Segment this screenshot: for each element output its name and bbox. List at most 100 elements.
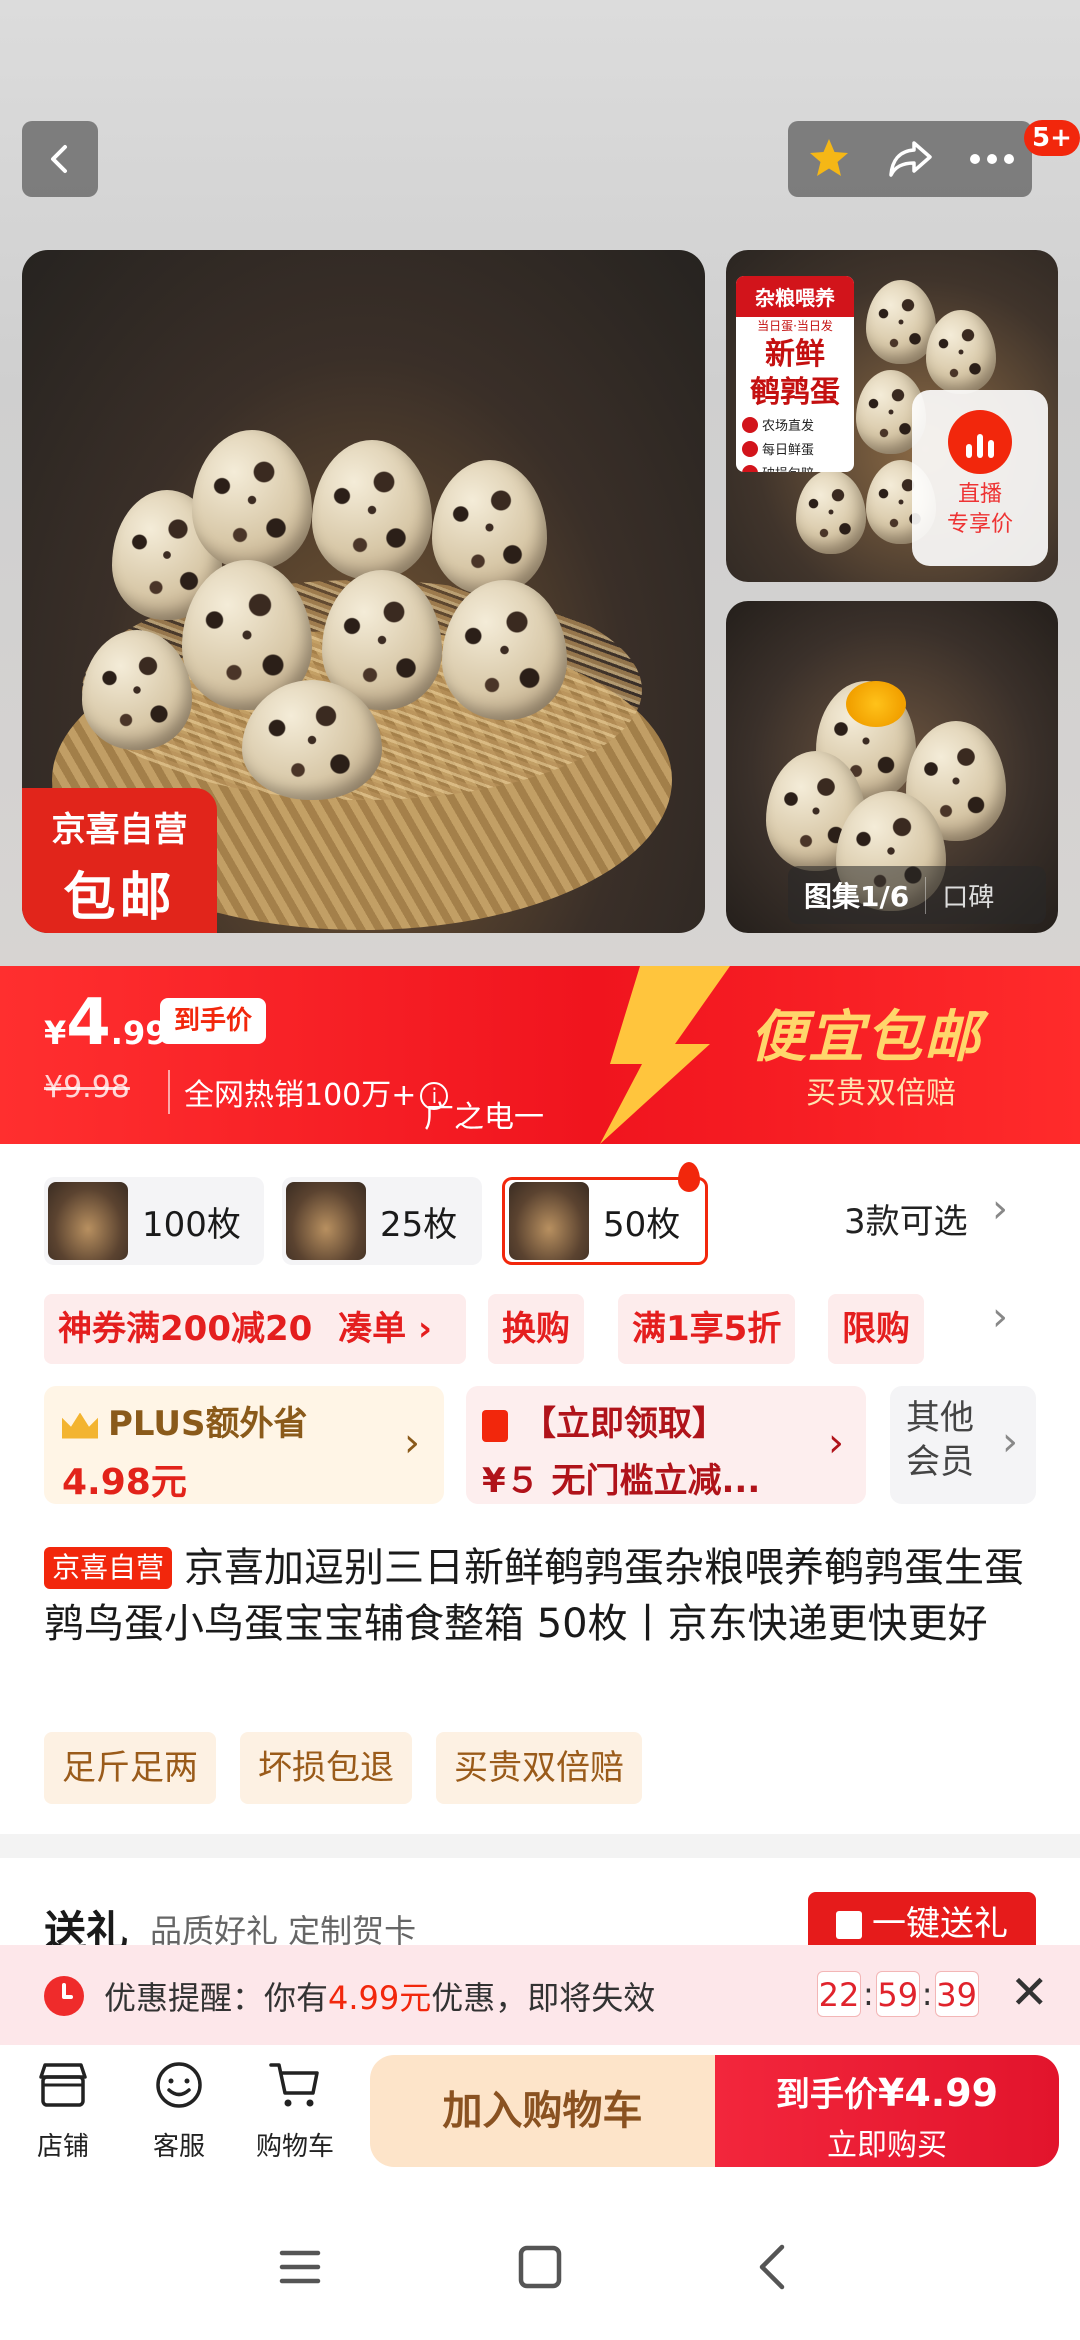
spec-option[interactable]: 100枚: [44, 1177, 264, 1265]
egg-graphic: [312, 440, 432, 580]
jingxi-free-shipping-badge: 京喜自营 包邮: [22, 788, 217, 933]
check-icon: [742, 416, 758, 433]
more-specs-link[interactable]: 3款可选: [844, 1194, 968, 1243]
coupon-tag[interactable]: 限购: [828, 1294, 924, 1364]
chevron-right-icon[interactable]: ›: [992, 1294, 1008, 1340]
favorite-star-icon[interactable]: [805, 135, 853, 183]
buy-price: ¥4.99: [877, 2071, 999, 2115]
system-navigation-bar: [0, 2185, 1080, 2340]
cart-button[interactable]: 购物车: [240, 2059, 350, 2163]
egg-graphic: [432, 460, 547, 595]
buy-now-button[interactable]: 到手价¥4.99 立即购买: [715, 2055, 1059, 2167]
buy-price-label: 到手价: [775, 2075, 878, 2115]
product-title-text: 京喜加逗别三日新鲜鹌鹑蛋杂粮喂养鹌鹑蛋生蛋鹑鸟蛋小鸟蛋宝宝辅食整箱 50枚丨京东…: [44, 1545, 1025, 1647]
home-icon[interactable]: [510, 2237, 570, 2297]
spec-option[interactable]: 25枚: [282, 1177, 482, 1265]
egg-graphic: [796, 470, 866, 554]
chevron-right-icon: ›: [828, 1420, 844, 1466]
coupon-claim-value: ¥５ 无门槛立减...: [482, 1461, 761, 1501]
thumbnail-image-1[interactable]: 杂粮喂养 当日蛋·当日发 新鲜 鹌鹑蛋 农场直发 每日鲜蛋 破损包赔 直播 专享…: [726, 250, 1058, 582]
coupon-text: 神券满200减20: [58, 1309, 313, 1349]
clock-icon: [44, 1976, 84, 2016]
add-to-cart-button[interactable]: 加入购物车: [370, 2055, 715, 2167]
spec-thumb: [286, 1182, 366, 1260]
live-price-button[interactable]: 直播 专享价: [912, 390, 1048, 566]
spec-thumb: [509, 1182, 589, 1260]
thumbnail-image-2[interactable]: 图集1/6 口碑: [726, 601, 1058, 933]
promo-card: 杂粮喂养 当日蛋·当日发 新鲜 鹌鹑蛋 农场直发 每日鲜蛋 破损包赔: [736, 276, 854, 472]
live-label2: 专享价: [946, 512, 1013, 537]
coupon-combine-link[interactable]: 凑单 ›: [338, 1309, 432, 1349]
coupon-tag[interactable]: 换购: [488, 1294, 584, 1364]
plus-title: PLUS额外省: [108, 1404, 308, 1444]
hot-sales[interactable]: 全网热销100万+ i: [168, 1070, 449, 1114]
promo-big1: 新鲜: [765, 337, 825, 372]
coupon-tag[interactable]: 满1享5折: [618, 1294, 796, 1364]
store-button[interactable]: 店铺: [8, 2059, 118, 2163]
ad-watermark: 广之电一: [424, 1100, 544, 1135]
store-icon: [39, 2063, 87, 2107]
countdown-minutes: 59: [875, 1971, 920, 2017]
share-icon[interactable]: [886, 137, 936, 181]
promo-sub: 当日蛋·当日发: [757, 319, 833, 333]
menu-icon[interactable]: [270, 2237, 330, 2297]
hot-sales-text: 全网热销100万+: [184, 1078, 417, 1113]
check-icon: [742, 464, 758, 472]
price-currency: ¥: [44, 1014, 67, 1052]
discount-reminder-bar[interactable]: 优惠提醒：你有4.99元优惠，即将失效 22: 59: 39 ✕: [0, 1945, 1080, 2045]
promo-check: 破损包赔: [742, 463, 848, 472]
main-product-image[interactable]: 京喜自营 包邮: [22, 250, 705, 933]
gift-section: 送礼 品质好礼 定制贺卡 一键送礼: [0, 1858, 1080, 1956]
feature-tag: 买贵双倍赔: [436, 1732, 642, 1804]
bottom-action-bar: 店铺 客服 购物车 加入购物车 到手价¥4.99 立即购买: [0, 2045, 1080, 2185]
coupon-tag[interactable]: 神券满200减20 凑单 ›: [44, 1294, 466, 1364]
chevron-right-icon: ›: [1002, 1419, 1018, 1465]
buy-now-label: 立即购买: [827, 2128, 947, 2163]
egg-graphic: [192, 430, 312, 570]
reminder-text: 优惠提醒：你有4.99元优惠，即将失效: [104, 1973, 655, 2019]
egg-graphic: [926, 310, 996, 394]
gift-icon: [836, 1911, 862, 1939]
feature-tag: 坏损包退: [240, 1732, 412, 1804]
store-label: 店铺: [36, 2132, 89, 2162]
section-divider: [0, 1834, 1080, 1858]
back-button[interactable]: [22, 121, 98, 197]
price-decimal: .99: [110, 1014, 168, 1052]
product-gallery: 5+ 京喜自营 包邮 杂粮喂养 当日蛋·当日发 新鲜 鹌鹑蛋 农场直发 每日鲜蛋: [0, 0, 1080, 966]
red-packet-icon: [482, 1409, 508, 1442]
product-info: 100枚 25枚 50枚 3款可选 › 神券满200减20 凑单 › 换购 满1…: [0, 1144, 1080, 1834]
plus-savings-card[interactable]: PLUS额外省 4.98元 ›: [44, 1386, 444, 1504]
coupon-claim-card[interactable]: 【立即领取】 ¥５ 无门槛立减... ›: [466, 1386, 866, 1504]
service-label: 客服: [152, 2132, 205, 2162]
live-icon: [948, 410, 1012, 474]
badge-line2: 包邮: [63, 868, 176, 928]
promo-check: 农场直发: [742, 415, 848, 434]
egg-graphic: [442, 580, 567, 720]
spec-option-selected[interactable]: 50枚: [502, 1177, 708, 1265]
spec-label: 50枚: [603, 1204, 681, 1245]
album-counter[interactable]: 图集1/6 口碑: [788, 866, 1046, 924]
cheap-shipping-sub: 买贵双倍赔: [806, 1076, 956, 1111]
other-members-card[interactable]: 其他 会员 ›: [890, 1386, 1036, 1504]
album-label: 图集1/6: [804, 880, 910, 913]
plus-value: 4.98元: [62, 1462, 187, 1503]
coupon-claim-title: 【立即领取】: [522, 1404, 726, 1444]
send-gift-label: 一键送礼: [872, 1904, 1008, 1944]
shopping-cart-icon: [269, 2063, 319, 2107]
chevron-right-icon: ›: [404, 1420, 420, 1466]
final-price-tag: 到手价: [160, 998, 267, 1044]
flame-icon: [678, 1162, 700, 1192]
back-nav-icon[interactable]: [744, 2237, 804, 2297]
egg-yolk-graphic: [846, 681, 906, 727]
spec-label: 100枚: [142, 1204, 241, 1245]
badge-line1: 京喜自营: [51, 810, 188, 850]
close-icon[interactable]: ✕: [1010, 1965, 1049, 2019]
product-title: 京喜自营 京喜加逗别三日新鲜鹌鹑蛋杂粮喂养鹌鹑蛋生蛋鹑鸟蛋小鸟蛋宝宝辅食整箱 50…: [44, 1540, 1044, 1652]
more-icon[interactable]: [969, 153, 1015, 165]
chevron-right-icon[interactable]: ›: [992, 1186, 1008, 1232]
price-banner: ¥ 4 .99 到手价 ¥9.98 全网热销100万+ i 便宜包邮 买贵双倍赔 …: [0, 966, 1080, 1144]
service-button[interactable]: 客服: [124, 2059, 234, 2163]
reviews-label[interactable]: 口碑: [925, 876, 994, 914]
feature-tag: 足斤足两: [44, 1732, 216, 1804]
message-count-badge: 5+: [1024, 120, 1080, 156]
